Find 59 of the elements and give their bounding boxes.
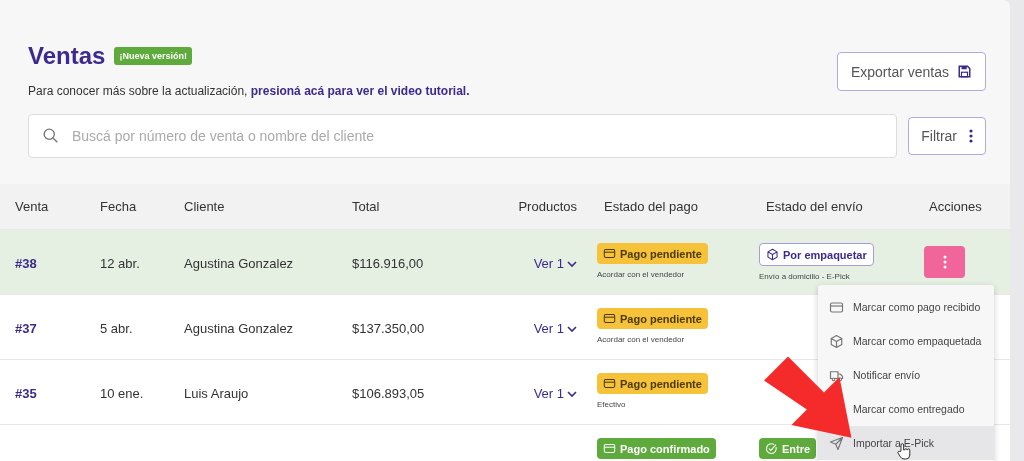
status-note: Envío a domicilio - E-Pick [759, 272, 850, 281]
update-notice: Para conocer más sobre la actualización, presioná acá para ver el video tutorial. [28, 84, 470, 98]
column-header: Total [351, 199, 381, 214]
column-header: Productos [517, 199, 578, 214]
column-header: Cliente [183, 199, 226, 214]
filter-button[interactable]: Filtrar [908, 117, 986, 155]
box-icon [766, 248, 779, 261]
card-icon [603, 377, 616, 390]
client-cell-text: Agustina Gonzalez [183, 256, 295, 271]
column-header: Acciones [928, 199, 983, 214]
sale-number-link[interactable]: #38 [0, 256, 85, 271]
search-field[interactable]: Buscá por número de venta o nombre del cliente [28, 114, 898, 158]
status-note: Acordar con el vendedor [597, 270, 685, 279]
card-icon [603, 442, 616, 455]
check-circle-icon [765, 442, 778, 455]
menu-item[interactable]: Importar a E-Pick [818, 426, 994, 460]
status-badge: Pago pendiente [597, 373, 708, 394]
search-icon [42, 127, 59, 144]
column-header: Venta [14, 199, 50, 214]
page-title: Ventas [28, 42, 106, 70]
column-header: Estado del pago [603, 199, 699, 214]
products-dropdown[interactable]: Ver 1 [533, 256, 577, 271]
menu-item[interactable]: Marcar como pago recibido [818, 290, 994, 324]
total-cell-text: $106.893,05 [351, 386, 426, 401]
card-icon [603, 312, 616, 325]
status-badge: Entre [759, 438, 817, 459]
total-cell-text: $137.350,00 [351, 321, 426, 336]
menu-item[interactable]: Notificar envío [818, 358, 994, 392]
more-vertical-icon [942, 255, 947, 269]
sale-number-link[interactable]: #37 [0, 321, 85, 336]
status-note: Acordar con el vendedor [597, 335, 685, 344]
date-cell-text: 5 abr. [99, 321, 134, 336]
more-vertical-icon [969, 129, 973, 143]
products-dropdown[interactable]: Ver 1 [533, 386, 577, 401]
chevron-down-icon [567, 258, 577, 269]
actions-button[interactable] [924, 246, 965, 278]
date-cell-text: 12 abr. [99, 256, 141, 271]
column-header: Fecha [99, 199, 138, 214]
status-badge: Pago pendiente [597, 308, 708, 329]
products-dropdown[interactable]: Ver 1 [533, 321, 577, 336]
new-version-badge: ¡Nueva versión! [114, 47, 192, 65]
status-badge: Pago confirmado [597, 438, 716, 459]
total-cell-text: $116.916,00 [351, 256, 425, 271]
chevron-down-icon [567, 388, 577, 399]
status-note: Efectivo [597, 400, 626, 409]
paper-plane-icon [829, 435, 844, 451]
menu-item[interactable]: Marcar como empaquetada [818, 324, 994, 358]
column-header: Estado del envío [765, 199, 864, 214]
sale-number-link[interactable]: #35 [0, 386, 85, 401]
client-cell-text: Luis Araujo [183, 386, 250, 401]
export-sales-button[interactable]: Exportar ventas [836, 52, 986, 91]
status-badge: Por empaquetar [759, 243, 874, 266]
date-cell-text: 10 ene. [99, 386, 145, 401]
client-cell-text: Agustina Gonzalez [183, 321, 295, 336]
status-badge: Pago pendiente [597, 243, 708, 264]
box-icon [829, 333, 844, 349]
chevron-down-icon [567, 323, 577, 334]
card-icon [603, 247, 616, 260]
card-icon [829, 299, 844, 315]
